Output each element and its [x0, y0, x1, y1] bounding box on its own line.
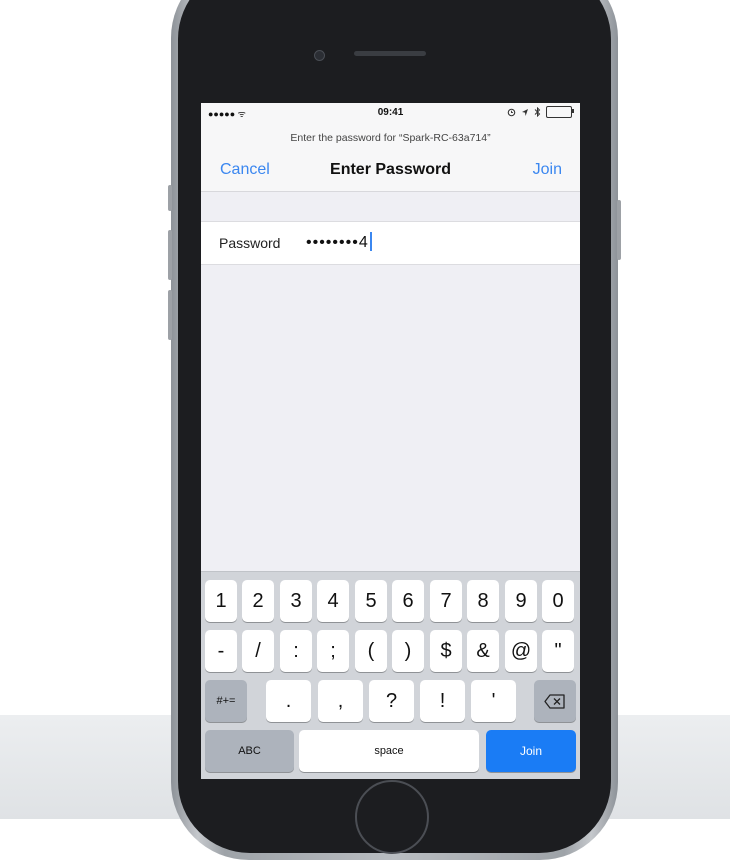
- key-dollar[interactable]: $: [430, 630, 462, 672]
- keyboard-row-symbols: #+= . , ? ! ': [201, 680, 580, 722]
- alarm-icon: [507, 108, 516, 116]
- key-ampersand[interactable]: &: [467, 630, 499, 672]
- volume-up-button: [168, 230, 172, 280]
- keyboard: 1 2 3 4 5 6 7 8 9 0 - / : ; ( ) $ & @ " …: [201, 571, 580, 779]
- power-button: [617, 200, 621, 260]
- key-slash[interactable]: /: [242, 630, 274, 672]
- key-open-paren[interactable]: (: [355, 630, 387, 672]
- key-5[interactable]: 5: [355, 580, 387, 622]
- key-7[interactable]: 7: [430, 580, 462, 622]
- key-3[interactable]: 3: [280, 580, 312, 622]
- key-colon[interactable]: :: [280, 630, 312, 672]
- battery-icon: [546, 106, 574, 118]
- key-close-paren[interactable]: ): [392, 630, 424, 672]
- mute-switch: [168, 185, 172, 211]
- password-label: Password: [219, 235, 281, 251]
- password-input[interactable]: ••••••••4: [306, 232, 372, 252]
- key-9[interactable]: 9: [505, 580, 537, 622]
- volume-down-button: [168, 290, 172, 340]
- navigation-bar: Enter the password for “Spark-RC-63a714”…: [201, 123, 580, 192]
- key-0[interactable]: 0: [542, 580, 574, 622]
- password-prompt: Enter the password for “Spark-RC-63a714”: [290, 132, 491, 144]
- password-row[interactable]: Password ••••••••4: [201, 221, 580, 265]
- delete-key[interactable]: [534, 680, 576, 722]
- symbols-key[interactable]: #+=: [205, 680, 247, 722]
- password-value: ••••••••4: [306, 234, 369, 251]
- join-button[interactable]: Join: [533, 161, 562, 179]
- cancel-button[interactable]: Cancel: [220, 161, 270, 179]
- phone-screen: ●●●●● ᯤ 09:41 Enter the password for “Sp…: [201, 103, 580, 779]
- front-camera: [314, 50, 325, 61]
- join-key[interactable]: Join: [486, 730, 576, 772]
- abc-key[interactable]: ABC: [205, 730, 294, 772]
- key-question[interactable]: ?: [369, 680, 414, 722]
- text-cursor: [369, 232, 372, 251]
- backspace-icon: [544, 693, 565, 709]
- keyboard-row-bottom: ABC space Join: [201, 730, 580, 772]
- status-icons: [507, 106, 574, 118]
- key-comma[interactable]: ,: [318, 680, 363, 722]
- key-4[interactable]: 4: [317, 580, 349, 622]
- bluetooth-icon: [534, 107, 541, 117]
- earpiece-speaker: [354, 51, 426, 56]
- key-8[interactable]: 8: [467, 580, 499, 622]
- key-6[interactable]: 6: [392, 580, 424, 622]
- space-key[interactable]: space: [299, 730, 479, 772]
- home-button[interactable]: [355, 780, 429, 854]
- key-2[interactable]: 2: [242, 580, 274, 622]
- keyboard-row-punctuation: - / : ; ( ) $ & @ ": [201, 630, 580, 672]
- key-at[interactable]: @: [505, 630, 537, 672]
- key-quote[interactable]: ": [542, 630, 574, 672]
- key-period[interactable]: .: [266, 680, 311, 722]
- keyboard-row-digits: 1 2 3 4 5 6 7 8 9 0: [201, 580, 580, 622]
- status-bar: ●●●●● ᯤ 09:41: [201, 103, 580, 123]
- key-semicolon[interactable]: ;: [317, 630, 349, 672]
- key-apostrophe[interactable]: ': [471, 680, 516, 722]
- location-icon: [522, 108, 528, 116]
- key-exclamation[interactable]: !: [420, 680, 465, 722]
- key-hyphen[interactable]: -: [205, 630, 237, 672]
- key-1[interactable]: 1: [205, 580, 237, 622]
